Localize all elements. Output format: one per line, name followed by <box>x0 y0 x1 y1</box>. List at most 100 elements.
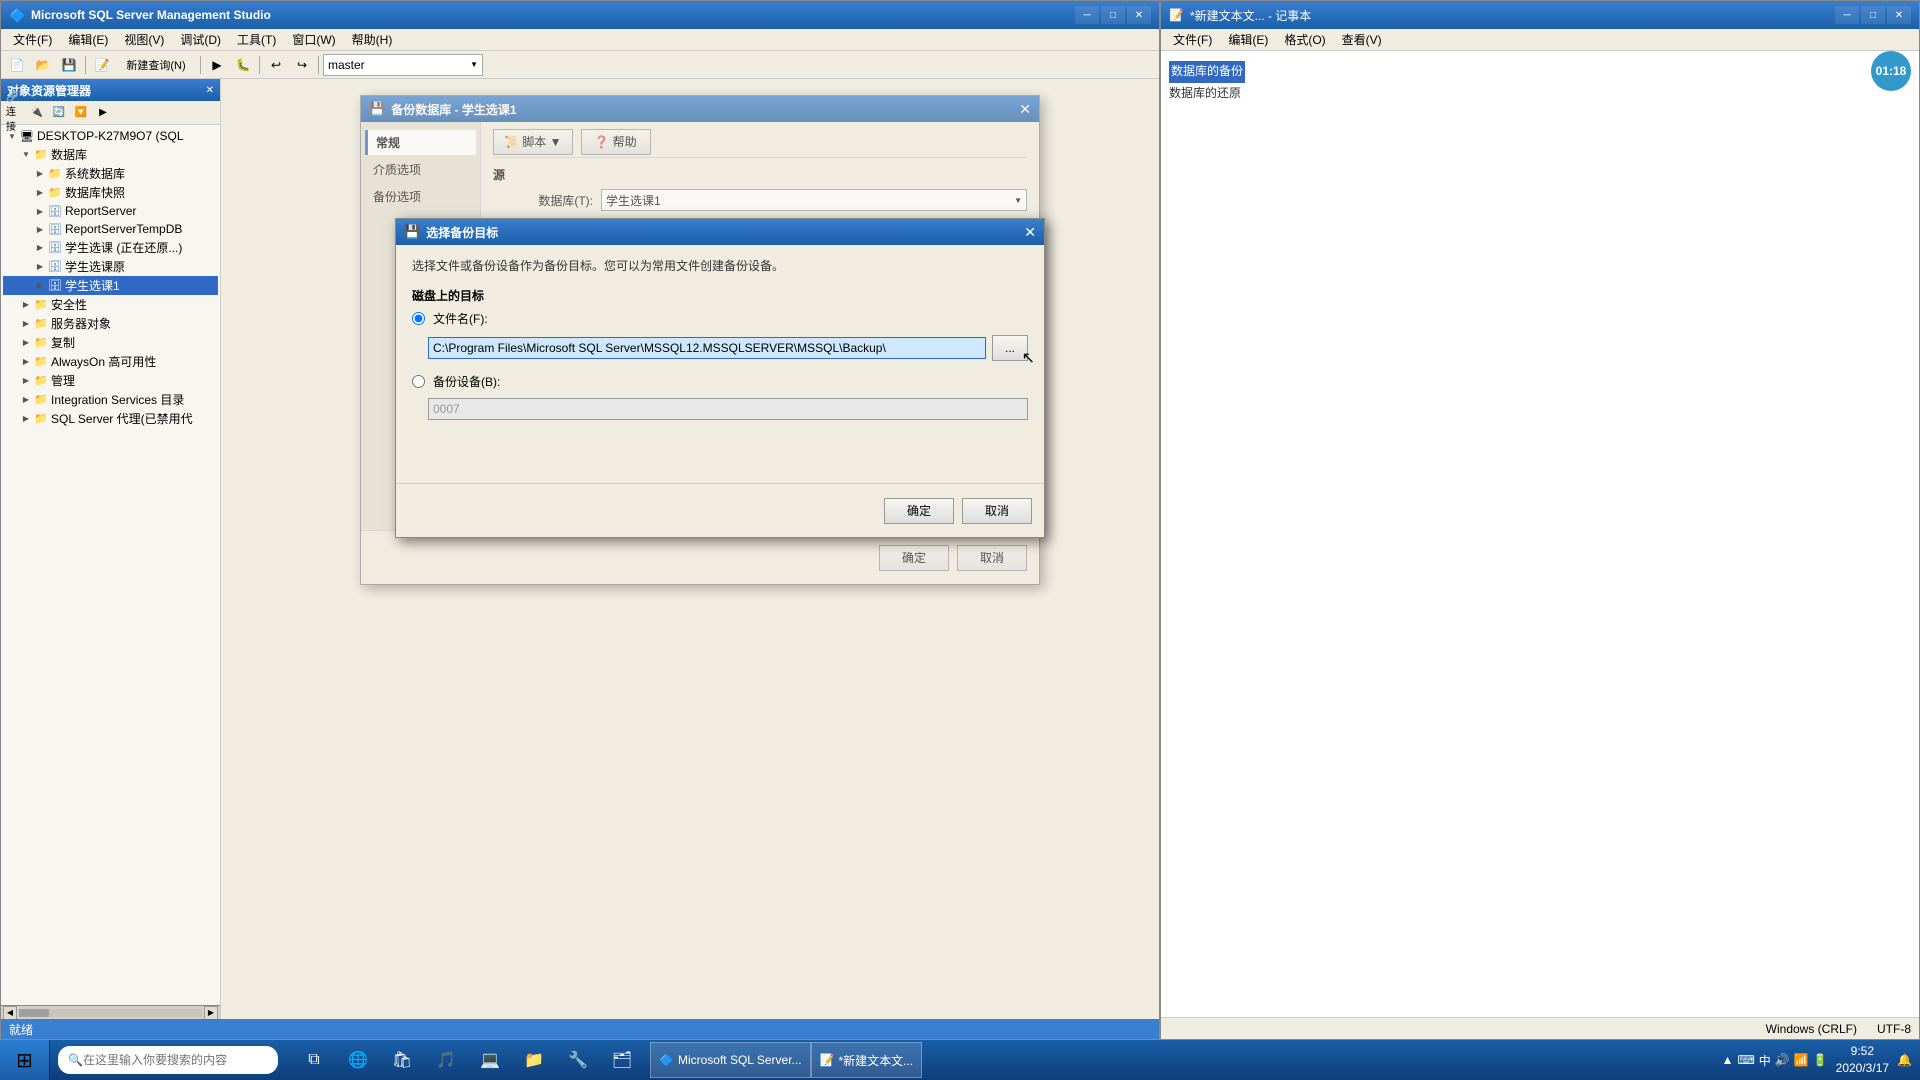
menu-file[interactable]: 文件(F) <box>5 29 60 51</box>
start-button[interactable]: ⊞ <box>0 1040 50 1080</box>
browse-btn[interactable]: ... ↖ <box>992 335 1028 361</box>
server-node[interactable]: ▼ 🖥 DESKTOP-K27M9O7 (SQL <box>3 127 218 145</box>
disconnect-btn[interactable]: 🔌 <box>27 104 47 122</box>
sql-agent-node[interactable]: ▶ 📁 SQL Server 代理(已禁用代 <box>3 409 218 428</box>
target-dialog-close[interactable]: ✕ <box>1024 224 1036 241</box>
files2-btn[interactable]: 🗂 <box>602 1040 642 1080</box>
notepad-minimize-btn[interactable]: ─ <box>1835 6 1859 24</box>
db-selector[interactable]: master ▼ <box>323 54 483 76</box>
arrow-up-icon[interactable]: ▲ <box>1722 1053 1734 1067</box>
script-btn[interactable]: 📜 脚本 ▼ <box>493 129 573 155</box>
rstdb-label: ReportServerTempDB <box>65 222 182 236</box>
s1-label: 学生选课1 <box>65 277 120 294</box>
snapshot-node[interactable]: ▶ 📁 数据库快照 <box>3 183 218 202</box>
ssms-minimize-btn[interactable]: ─ <box>1075 6 1099 24</box>
debug-btn[interactable]: 🐛 <box>231 54 255 76</box>
ssms-close-btn[interactable]: ✕ <box>1127 6 1151 24</box>
notepad-content[interactable]: 数据库的备份 数据库的还原 <box>1161 51 1919 112</box>
filter-btn[interactable]: 🔽 <box>71 104 91 122</box>
menu-help[interactable]: 帮助(H) <box>344 29 401 51</box>
ssms-menu-bar: 文件(F) 编辑(E) 视图(V) 调试(D) 工具(T) 窗口(W) 帮助(H… <box>1 29 1159 51</box>
databases-node[interactable]: ▼ 📁 数据库 <box>3 145 218 164</box>
notepad-close-btn[interactable]: ✕ <box>1887 6 1911 24</box>
taskbar-search[interactable]: 🔍 <box>58 1046 278 1074</box>
target-cancel-btn[interactable]: 取消 <box>962 498 1032 524</box>
tools-btn[interactable]: 🔧 <box>558 1040 598 1080</box>
redo-btn[interactable]: ↪ <box>290 54 314 76</box>
scroll-right-btn[interactable]: ▶ <box>204 1006 218 1020</box>
new-btn[interactable]: 📄 <box>5 54 29 76</box>
panel-scrollbar[interactable]: ◀ ▶ <box>1 1005 220 1019</box>
edge-btn[interactable]: 🌐 <box>338 1040 378 1080</box>
filename-radio[interactable] <box>412 312 425 325</box>
menu-window[interactable]: 窗口(W) <box>284 29 343 51</box>
notepad-file[interactable]: 文件(F) <box>1165 29 1220 51</box>
integration-services-node[interactable]: ▶ 📁 Integration Services 目录 <box>3 390 218 409</box>
notepad-maximize-btn[interactable]: □ <box>1861 6 1885 24</box>
security-node[interactable]: ▶ 📁 安全性 <box>3 295 218 314</box>
db-select[interactable]: 学生选课1 ▼ <box>601 189 1027 211</box>
target-ok-btn[interactable]: 确定 <box>884 498 954 524</box>
obj-explorer-close[interactable]: ✕ <box>206 85 214 96</box>
scroll-left-btn[interactable]: ◀ <box>3 1006 17 1020</box>
connect-btn[interactable]: 🔗 连接 <box>5 104 25 122</box>
groove-btn[interactable]: 🎵 <box>426 1040 466 1080</box>
help-btn[interactable]: ❓ 帮助 <box>581 129 651 155</box>
ao-label: AlwaysOn 高可用性 <box>51 353 156 370</box>
scroll-track[interactable] <box>19 1009 202 1017</box>
menu-view[interactable]: 视图(V) <box>116 29 172 51</box>
battery-icon[interactable]: 🔋 <box>1813 1053 1828 1067</box>
pc-btn[interactable]: 💻 <box>470 1040 510 1080</box>
menu-edit[interactable]: 编辑(E) <box>60 29 116 51</box>
taskbar-clock[interactable]: 9:52 2020/3/17 <box>1836 1043 1889 1077</box>
ssms-taskbar-btn[interactable]: 🔷 Microsoft SQL Server... <box>650 1042 811 1078</box>
server-objects-node[interactable]: ▶ 📁 服务器对象 <box>3 314 218 333</box>
student1-node[interactable]: ▶ 🗄 学生选课1 <box>3 276 218 295</box>
replication-node[interactable]: ▶ 📁 复制 <box>3 333 218 352</box>
backup-ok-btn[interactable]: 确定 <box>879 545 949 571</box>
refresh-btn[interactable]: 🔄 <box>49 104 69 122</box>
management-node[interactable]: ▶ 📁 管理 <box>3 371 218 390</box>
system-db-node[interactable]: ▶ 📁 系统数据库 <box>3 164 218 183</box>
task-view-btn[interactable]: ⧉ <box>294 1040 334 1080</box>
is-expand: ▶ <box>19 395 33 404</box>
keyboard-icon[interactable]: ⌨ <box>1737 1053 1754 1067</box>
nav-backup-options[interactable]: 备份选项 <box>365 184 476 209</box>
notepad-format[interactable]: 格式(O) <box>1276 29 1333 51</box>
open-btn[interactable]: 📂 <box>31 54 55 76</box>
server-label: DESKTOP-K27M9O7 (SQL <box>37 129 184 143</box>
db-label: 数据库(T): <box>493 192 593 209</box>
execute-btn[interactable]: ▶ <box>205 54 229 76</box>
backup-dialog-close[interactable]: ✕ <box>1019 101 1031 118</box>
search-icon: 🔍 <box>68 1053 83 1067</box>
new-query-btn2[interactable]: 新建查询(N) <box>116 54 196 76</box>
explorer-btn[interactable]: 📁 <box>514 1040 554 1080</box>
alwayson-node[interactable]: ▶ 📁 AlwaysOn 高可用性 <box>3 352 218 371</box>
filename-input[interactable]: C:\Program Files\Microsoft SQL Server\MS… <box>428 337 986 359</box>
expand-btn[interactable]: ▶ <box>93 104 113 122</box>
nav-media[interactable]: 介质选项 <box>365 157 476 182</box>
volume-icon[interactable]: 🔊 <box>1775 1053 1790 1067</box>
backup-cancel-btn[interactable]: 取消 <box>957 545 1027 571</box>
store-btn[interactable]: 🛍 <box>382 1040 422 1080</box>
notification-btn[interactable]: 🔔 <box>1897 1053 1912 1067</box>
undo-btn[interactable]: ↩ <box>264 54 288 76</box>
notepad-taskbar-btn[interactable]: 📝 *新建文本文... <box>811 1042 923 1078</box>
ssms-maximize-btn[interactable]: □ <box>1101 6 1125 24</box>
device-radio[interactable] <box>412 375 425 388</box>
student-original-node[interactable]: ▶ 🗄 学生选课原 <box>3 257 218 276</box>
search-input[interactable] <box>83 1053 253 1067</box>
reportserver-node[interactable]: ▶ 🗄 ReportServer <box>3 202 218 220</box>
notepad-view[interactable]: 查看(V) <box>1334 29 1390 51</box>
student-restoring-node[interactable]: ▶ 🗄 学生选课 (正在还原...) <box>3 238 218 257</box>
save-btn[interactable]: 💾 <box>57 54 81 76</box>
notepad-edit[interactable]: 编辑(E) <box>1220 29 1276 51</box>
menu-debug[interactable]: 调试(D) <box>172 29 229 51</box>
status-text: 就绪 <box>9 1021 33 1038</box>
menu-tools[interactable]: 工具(T) <box>229 29 284 51</box>
network-icon[interactable]: 📶 <box>1794 1053 1809 1067</box>
reportservertempdb-node[interactable]: ▶ 🗄 ReportServerTempDB <box>3 220 218 238</box>
lang-indicator[interactable]: 中 <box>1759 1052 1771 1069</box>
nav-general[interactable]: 常规 <box>365 130 476 155</box>
new-query-btn[interactable]: 📝 <box>90 54 114 76</box>
